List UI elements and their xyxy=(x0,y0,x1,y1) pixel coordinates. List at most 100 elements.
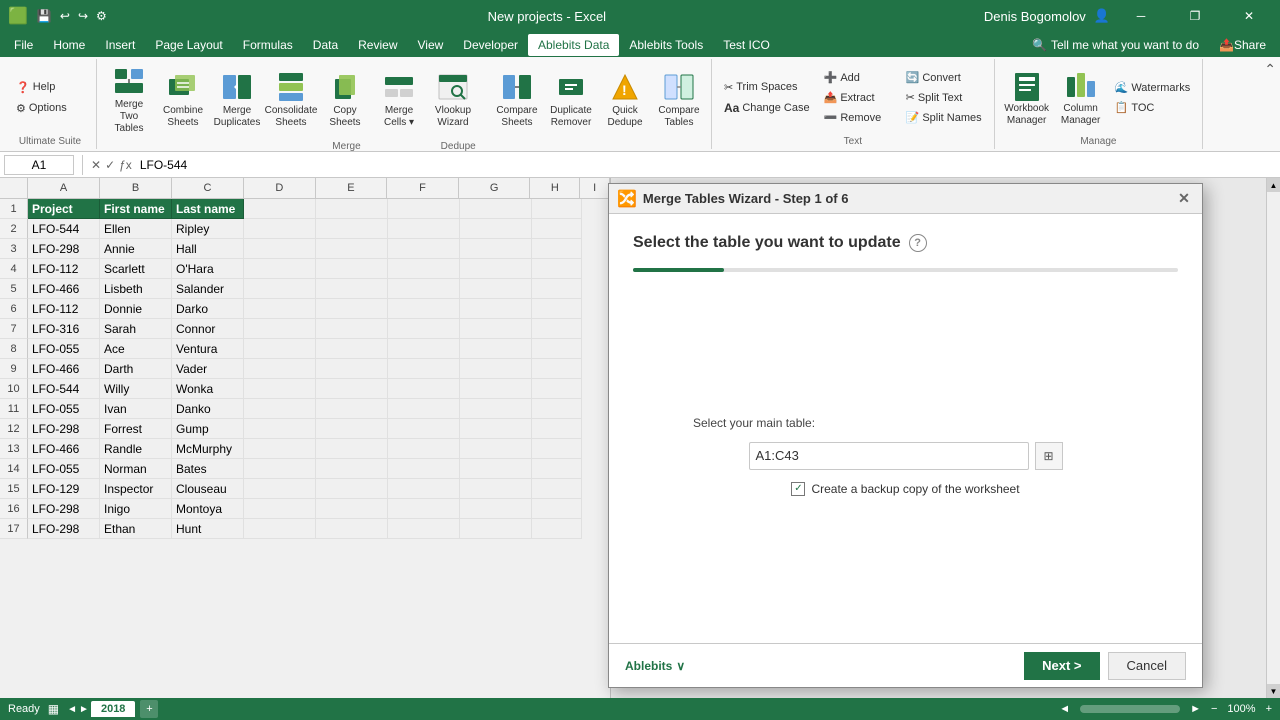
trim-spaces-button[interactable]: ✂ Trim Spaces xyxy=(718,78,816,97)
col-header-b[interactable]: B xyxy=(100,178,172,198)
menu-test-ico[interactable]: Test ICO xyxy=(713,34,780,56)
workbook-manager-button[interactable]: WorkbookManager xyxy=(1001,65,1053,131)
wizard-close-button[interactable]: ✕ xyxy=(1174,189,1194,209)
cell-d1[interactable] xyxy=(244,199,316,219)
scroll-sheets-right[interactable]: ► xyxy=(79,704,89,715)
backup-checkbox[interactable]: ✓ xyxy=(791,482,805,496)
add-button[interactable]: ➕ Add xyxy=(818,68,898,87)
menu-data[interactable]: Data xyxy=(303,34,348,56)
customize-icon[interactable]: ⚙ xyxy=(93,7,110,25)
menu-insert[interactable]: Insert xyxy=(95,34,145,56)
cell-c3[interactable]: Hall xyxy=(172,239,244,259)
cancel-button[interactable]: Cancel xyxy=(1108,652,1186,680)
cell-b1[interactable]: First name xyxy=(100,199,172,219)
cell-a2[interactable]: LFO-544 xyxy=(28,219,100,239)
cell-c2[interactable]: Ripley xyxy=(172,219,244,239)
merge-cells-button[interactable]: MergeCells ▾ xyxy=(373,67,425,133)
split-text-button[interactable]: ✂ Split Text xyxy=(900,88,988,107)
change-case-button[interactable]: Aa Change Case xyxy=(718,98,816,118)
restore-button[interactable]: ❐ xyxy=(1172,0,1218,32)
merge-duplicates-button[interactable]: MergeDuplicates xyxy=(211,67,263,133)
consolidate-sheets-button[interactable]: ConsolidateSheets xyxy=(265,67,317,133)
col-header-g[interactable]: G xyxy=(459,178,531,198)
sheet-tab-2018[interactable]: 2018 xyxy=(91,701,135,717)
help-button[interactable]: ❓ Help xyxy=(10,78,90,97)
scroll-down-button[interactable]: ▼ xyxy=(1267,684,1280,698)
cell-f2[interactable] xyxy=(388,219,460,239)
cell-d2[interactable] xyxy=(244,219,316,239)
menu-review[interactable]: Review xyxy=(348,34,407,56)
col-header-d[interactable]: D xyxy=(244,178,316,198)
menu-ablebits-data[interactable]: Ablebits Data xyxy=(528,34,619,56)
col-header-a[interactable]: A xyxy=(28,178,100,198)
share-button[interactable]: 📤 Share xyxy=(1209,34,1276,56)
menu-page-layout[interactable]: Page Layout xyxy=(145,34,232,56)
ribbon-collapse-button[interactable]: ⌃ xyxy=(1264,61,1276,78)
redo-icon[interactable]: ↪ xyxy=(75,7,91,25)
minimize-button[interactable]: ─ xyxy=(1118,0,1164,32)
duplicate-remover-button[interactable]: DuplicateRemover xyxy=(545,67,597,133)
cell-g1[interactable] xyxy=(460,199,532,219)
cell-e2[interactable] xyxy=(316,219,388,239)
col-header-c[interactable]: C xyxy=(172,178,244,198)
tell-me-box[interactable]: 🔍 Tell me what you want to do xyxy=(1022,34,1209,56)
cell-g2[interactable] xyxy=(460,219,532,239)
watermarks-button[interactable]: 🌊 Watermarks xyxy=(1109,78,1197,97)
wizard-main-table-input[interactable]: A1:C43 xyxy=(749,442,1029,470)
remove-button[interactable]: ➖ Remove xyxy=(818,108,898,127)
toc-button[interactable]: 📋 TOC xyxy=(1109,98,1197,117)
cell-h1[interactable] xyxy=(532,199,582,219)
vlookup-wizard-button[interactable]: VlookupWizard xyxy=(427,67,479,133)
cell-e1[interactable] xyxy=(316,199,388,219)
save-icon[interactable]: 💾 xyxy=(34,7,55,25)
cell-c1[interactable]: Last name xyxy=(172,199,244,219)
table-row: 3 LFO-298 Annie Hall xyxy=(0,239,610,259)
cell-h2[interactable] xyxy=(532,219,582,239)
menu-file[interactable]: File xyxy=(4,34,43,56)
cell-a1[interactable]: Project xyxy=(28,199,100,219)
formula-input[interactable]: LFO-544 xyxy=(136,158,1276,172)
col-header-h[interactable]: H xyxy=(530,178,580,198)
cell-b2[interactable]: Ellen xyxy=(100,219,172,239)
col-header-i[interactable]: I xyxy=(580,178,610,198)
add-sheet-button[interactable]: + xyxy=(140,700,158,718)
ablebits-brand[interactable]: Ablebits ∨ xyxy=(625,659,685,673)
extract-button[interactable]: 📤 Extract xyxy=(818,88,898,107)
menu-view[interactable]: View xyxy=(408,34,454,56)
col-header-f[interactable]: F xyxy=(387,178,459,198)
cell-a3[interactable]: LFO-298 xyxy=(28,239,100,259)
horizontal-scrollbar[interactable] xyxy=(1080,705,1180,713)
zoom-in-button[interactable]: + xyxy=(1266,703,1272,715)
menu-developer[interactable]: Developer xyxy=(453,34,528,56)
menu-home[interactable]: Home xyxy=(43,34,95,56)
table-row: 2 LFO-544 Ellen Ripley xyxy=(0,219,610,239)
cell-f1[interactable] xyxy=(388,199,460,219)
quick-dedupe-button[interactable]: ! QuickDedupe xyxy=(599,67,651,133)
scroll-up-button[interactable]: ▲ xyxy=(1267,178,1280,192)
close-button[interactable]: ✕ xyxy=(1226,0,1272,32)
merge-two-tables-button[interactable]: MergeTwo Tables xyxy=(103,61,155,139)
column-manager-button[interactable]: ColumnManager xyxy=(1055,65,1107,131)
table-row: 11 LFO-055 Ivan Danko xyxy=(0,399,610,419)
wizard-expand-button[interactable]: ⊞ xyxy=(1035,442,1063,470)
zoom-out-button[interactable]: − xyxy=(1211,703,1217,715)
copy-sheets-button[interactable]: CopySheets xyxy=(319,67,371,133)
scroll-sheets-left[interactable]: ◄ xyxy=(67,704,77,715)
next-button[interactable]: Next > xyxy=(1024,652,1099,680)
convert-button[interactable]: 🔄 Convert xyxy=(900,68,988,87)
undo-icon[interactable]: ↩ xyxy=(57,7,73,25)
combine-sheets-button[interactable]: CombineSheets xyxy=(157,67,209,133)
wizard-help-button[interactable]: ? xyxy=(909,234,927,252)
vertical-scrollbar[interactable]: ▲ ▼ xyxy=(1266,178,1280,698)
cell-reference-input[interactable]: A1 xyxy=(4,155,74,175)
menu-formulas[interactable]: Formulas xyxy=(233,34,303,56)
horizontal-scroll-right[interactable]: ► xyxy=(1190,703,1201,715)
horizontal-scroll-left[interactable]: ◄ xyxy=(1059,703,1070,715)
col-header-e[interactable]: E xyxy=(316,178,388,198)
split-names-button[interactable]: 📝 Split Names xyxy=(900,108,988,127)
cell-b3[interactable]: Annie xyxy=(100,239,172,259)
compare-tables-button[interactable]: CompareTables xyxy=(653,67,705,133)
menu-ablebits-tools[interactable]: Ablebits Tools xyxy=(619,34,713,56)
options-button[interactable]: ⚙ Options xyxy=(10,99,90,118)
compare-sheets-button[interactable]: CompareSheets xyxy=(491,67,543,133)
